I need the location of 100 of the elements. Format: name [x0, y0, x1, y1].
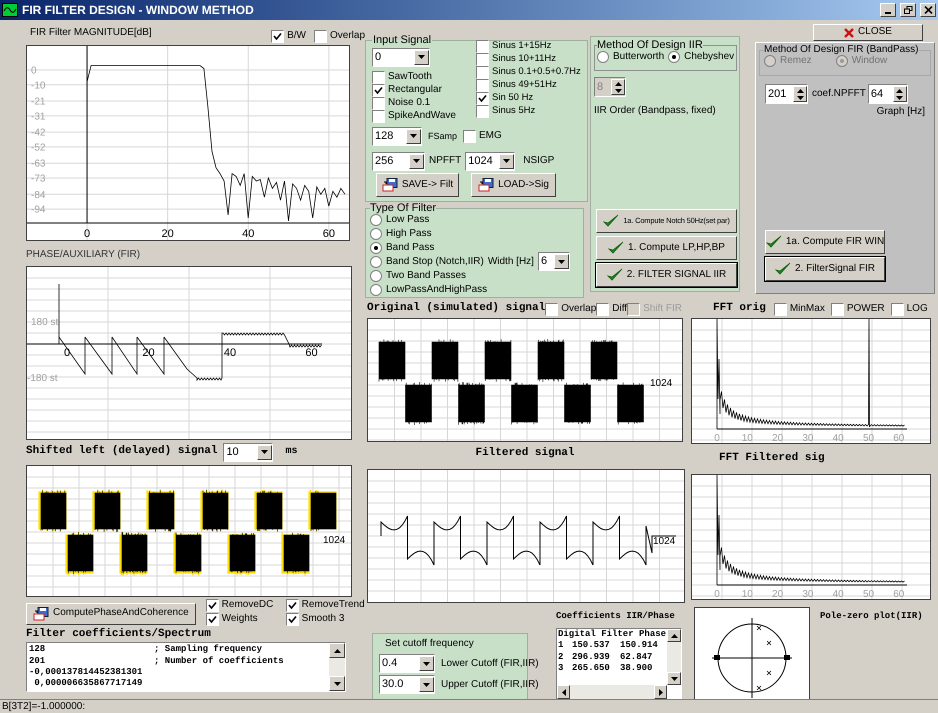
checkbox[interactable] — [271, 30, 284, 43]
checkbox[interactable] — [545, 302, 558, 316]
plot-title: Shifted left (delayed) signal — [26, 445, 218, 459]
unit-label: ms — [285, 446, 298, 458]
radio-label: Window — [852, 54, 888, 67]
scroll-right-arrow-icon[interactable] — [658, 688, 662, 696]
dropdown[interactable]: 6 — [538, 252, 570, 272]
restore-icon[interactable] — [900, 3, 916, 17]
checkbox-label: POWER — [846, 302, 885, 316]
checkbox[interactable] — [774, 302, 787, 316]
checkbox-label: B/W — [287, 30, 306, 43]
floppy-disk-icon — [33, 606, 49, 620]
checkbox[interactable] — [476, 40, 489, 53]
spin-box[interactable]: 64 — [868, 84, 908, 104]
radio-button[interactable] — [370, 214, 382, 226]
checkbox[interactable] — [476, 78, 489, 92]
checkbox[interactable] — [596, 302, 610, 316]
radio-button[interactable] — [370, 242, 382, 254]
close-icon[interactable] — [920, 3, 936, 17]
list-cell-text: 2 — [558, 652, 564, 663]
axis-tick-label: -52 — [31, 142, 46, 154]
button[interactable]: 2. FilterSignal FIR — [765, 257, 885, 281]
dropdown[interactable]: 30.0 — [379, 675, 435, 694]
app-icon — [2, 3, 18, 17]
checkbox[interactable] — [206, 612, 219, 626]
axis-tick-label: 50 — [862, 588, 874, 599]
close-button[interactable]: CLOSE — [813, 24, 923, 41]
field-label: NSIGP — [523, 155, 554, 168]
dropdown[interactable]: 128 — [372, 126, 422, 146]
radio-button[interactable] — [668, 51, 680, 63]
checkbox[interactable] — [372, 70, 385, 84]
button[interactable]: 1. Compute LP,HP,BP — [596, 236, 737, 260]
list-cell: 62.847 — [620, 652, 652, 663]
axis-tick-label: 60 — [305, 346, 318, 358]
scroll-down-arrow-icon[interactable] — [334, 682, 340, 686]
coefficients-text-area[interactable]: 128 ; Sampling frequency 201 ; Number of coefficients -0,000137814452381301 0,000006635867717149 — [26, 642, 346, 692]
checkbox[interactable] — [463, 130, 476, 143]
radio-button[interactable] — [370, 284, 382, 296]
plot-title: Pole-zero plot(IIR) — [820, 610, 923, 622]
checkbox[interactable] — [476, 66, 489, 79]
checkbox[interactable] — [372, 110, 385, 123]
radio-button[interactable] — [597, 51, 609, 63]
checkbox[interactable] — [286, 598, 299, 612]
radio-button[interactable] — [370, 228, 382, 240]
scrollbar[interactable] — [329, 643, 345, 692]
checkbox[interactable] — [830, 302, 844, 316]
spin-arrows-icon — [611, 79, 625, 95]
checkbox[interactable] — [476, 104, 489, 118]
button[interactable]: 1a. Compute FIR WIN — [765, 230, 885, 254]
section-title: Filter coefficients/Spectrum — [26, 628, 212, 642]
button[interactable]: LOAD->Sig — [471, 172, 556, 197]
checkbox[interactable] — [890, 302, 904, 316]
button[interactable]: SAVE-> Filt — [376, 172, 459, 197]
checkbox[interactable] — [372, 84, 385, 97]
scrollbar[interactable] — [557, 685, 667, 699]
checkbox-label: RemoveDC — [222, 598, 274, 612]
list-cell-text: 150.537 — [572, 640, 611, 652]
list-cell-text: 1 — [558, 640, 564, 652]
button[interactable]: 2. FILTER SIGNAL IIR — [596, 263, 737, 287]
phase-list-box[interactable]: Digital Filter Phase 1 150.537 150.914 2 296.939 62.847 3 265.650 38.900 — [556, 628, 682, 699]
checkbox[interactable] — [372, 96, 385, 110]
spin-box[interactable]: 201 — [765, 84, 808, 104]
axis-tick-label: 30 — [802, 433, 814, 443]
axis-tick-label: 0 — [84, 228, 90, 240]
dropdown[interactable]: 0.4 — [379, 654, 435, 674]
scroll-up-arrow-icon[interactable] — [670, 634, 678, 638]
text-line: 201 — [29, 656, 46, 667]
text-line: -0,000137814452381301 — [29, 666, 144, 678]
trace-label: 1024 — [653, 536, 676, 547]
list-cell-text: 265.650 — [572, 662, 611, 674]
panel-title: Set cutoff frequency — [385, 638, 475, 650]
scroll-left-arrow-icon[interactable] — [562, 688, 566, 696]
checkbox-label: Diff — [612, 302, 628, 316]
axis-tick-label: 0 — [714, 433, 720, 443]
scroll-down-arrow-icon[interactable] — [670, 676, 678, 680]
trace-label: 1024 — [323, 534, 346, 546]
panel-title: Input Signal — [372, 34, 432, 48]
dropdown[interactable]: 256 — [372, 152, 425, 171]
dropdown[interactable]: 10 — [223, 442, 274, 462]
checkbox[interactable] — [476, 92, 489, 105]
radio-button[interactable] — [370, 270, 382, 282]
radio-button[interactable] — [370, 256, 382, 268]
close-icon — [844, 28, 854, 38]
dropdown[interactable]: 0 — [372, 48, 430, 67]
status-text: B[3T2]=-1.000000: — [2, 702, 86, 712]
checkbox-label: EMG — [479, 130, 502, 142]
minimize-icon[interactable] — [880, 3, 896, 17]
scrollbar[interactable] — [667, 629, 681, 685]
checkbox[interactable] — [206, 598, 219, 612]
checkbox[interactable] — [476, 52, 489, 66]
checkbox[interactable] — [314, 30, 327, 43]
checkbox[interactable] — [286, 612, 299, 626]
checkbox-label: Sinus 0.1+0.5+0.7Hz — [492, 66, 581, 78]
compute-phase-button[interactable]: ComputePhaseAndCoherence — [26, 602, 196, 624]
dropdown[interactable]: 1024 — [465, 152, 516, 171]
trace-label: 1024 — [650, 378, 672, 389]
scroll-up-arrow-icon[interactable] — [334, 648, 340, 653]
checkbox-label: LOG — [906, 302, 928, 316]
axis-tick-label: -21 — [31, 96, 46, 108]
radio-label: Band Pass — [386, 242, 434, 254]
